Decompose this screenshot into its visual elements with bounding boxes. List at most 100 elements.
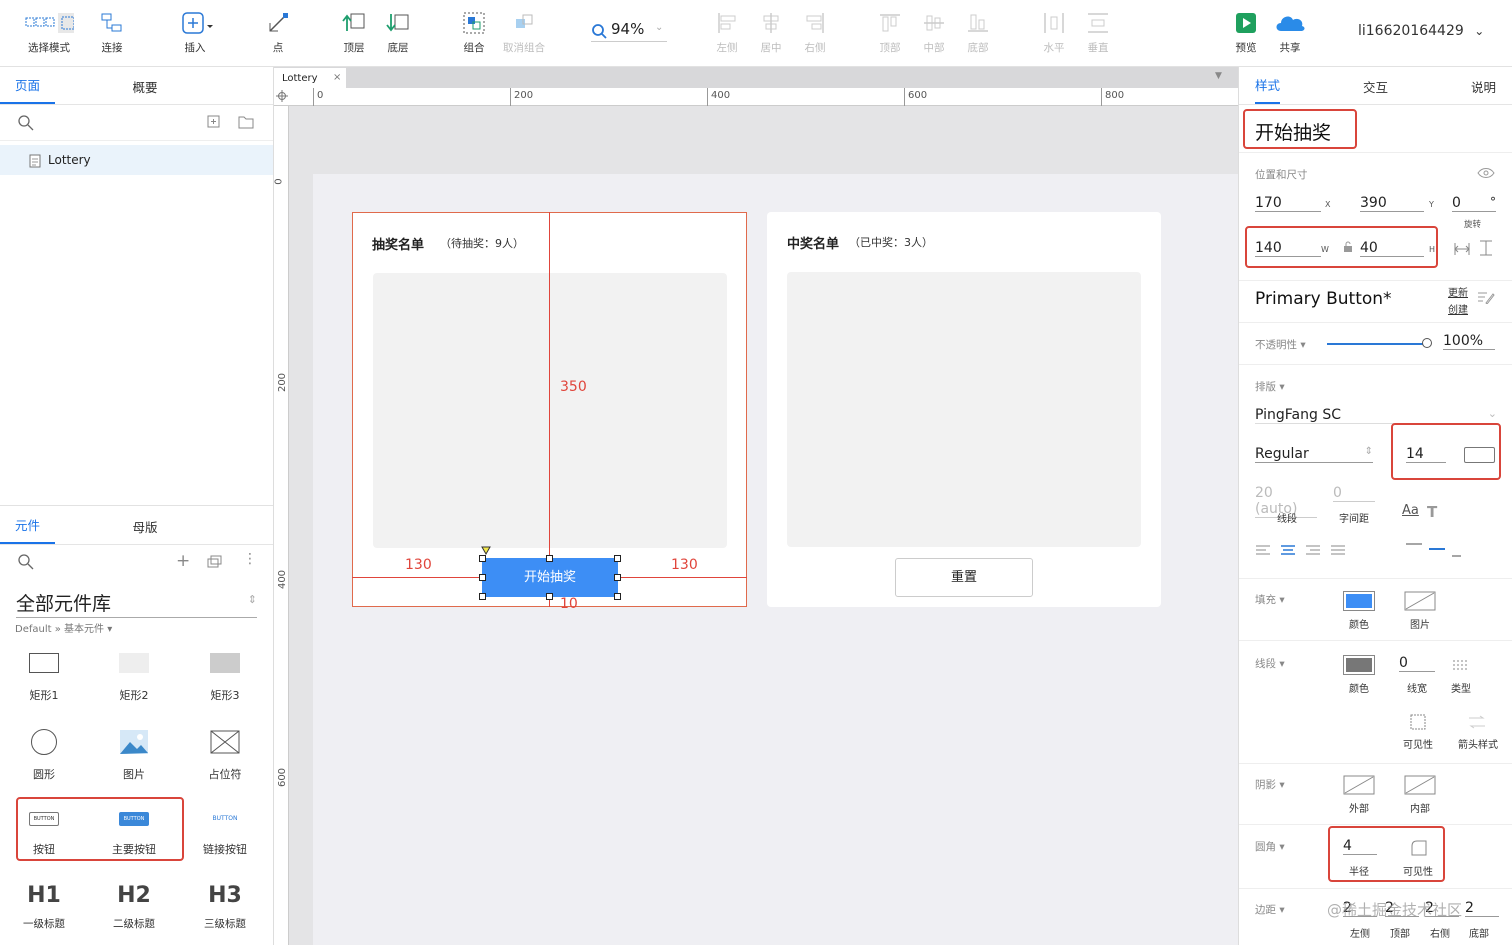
style-name[interactable]: Primary Button* [1255,289,1392,309]
select-mode-button[interactable]: 选择模式 [21,8,77,55]
opacity-input[interactable]: 100% [1443,333,1495,350]
ungroup-button[interactable]: 取消组合 [496,8,552,55]
tab-outline[interactable]: 概要 [55,77,235,104]
opacity-slider[interactable] [1327,343,1427,345]
resize-handle[interactable] [479,555,486,562]
padding-bottom-input[interactable]: 2 [1465,900,1499,917]
align-top-icon [880,14,900,32]
watermark: @稀土掘金技术社区 [1327,901,1463,919]
tabs-dropdown-icon[interactable]: ▼ [1215,71,1222,81]
widget-link-button[interactable]: BUTTON 链接按钮 [190,812,260,857]
outer-shadow-icon[interactable] [1343,775,1375,795]
tab-interaction[interactable]: 交互 [1363,77,1388,104]
stroke-type-icon[interactable] [1452,659,1470,671]
edit-style-icon[interactable] [1477,290,1495,304]
opacity-slider-handle[interactable] [1422,338,1432,348]
resize-handle[interactable] [546,555,553,562]
tab-masters[interactable]: 母版 [55,517,235,544]
point-button[interactable]: 点 [250,8,306,55]
resize-handle[interactable] [614,555,621,562]
fill-image-icon[interactable] [1404,591,1436,611]
eye-icon[interactable] [1477,167,1495,179]
corner-radius-handle-icon[interactable] [481,546,491,555]
tab-lottery[interactable]: Lottery × [274,68,346,89]
rotation-input[interactable]: 0 ° [1452,195,1496,212]
distribute-v-icon [1088,13,1108,33]
tab-style[interactable]: 样式 [1255,75,1281,104]
y-input[interactable]: 390 [1360,195,1424,212]
send-back-button[interactable]: 底层 [370,8,426,55]
widget-placeholder[interactable]: 占位符 [190,729,260,782]
add-folder-icon[interactable] [238,115,254,129]
stroke-width-input[interactable]: 0 [1399,655,1435,672]
text-style-icon[interactable]: T [1427,503,1437,521]
start-draw-button[interactable]: 开始抽奖 [482,558,618,597]
create-style-link[interactable]: 创建 [1448,301,1468,316]
more-icon[interactable]: ⋮ [243,551,257,567]
card2-subtitle: （已中奖：3人） [849,236,933,249]
zoom-dropdown[interactable]: 94% ⌄ [591,20,667,42]
card-winner-list[interactable]: 中奖名单 （已中奖：3人） 重置 [767,212,1161,607]
letter-spacing-input[interactable]: 0 [1333,485,1375,502]
measure-line-right [618,577,747,578]
resize-handle[interactable] [614,593,621,600]
connect-button[interactable]: 连接 [84,8,140,55]
widget-h2[interactable]: H2 二级标题 [99,883,169,931]
distribute-v-button[interactable]: 垂直 [1070,8,1126,55]
ruler-tick-label: 400 [711,90,731,101]
add-page-icon[interactable] [207,115,221,129]
text-align-icons[interactable] [1255,545,1355,557]
reset-button[interactable]: 重置 [895,558,1033,597]
widget-rect1[interactable]: 矩形1 [9,653,79,703]
canvas-tabbar [274,67,1238,88]
vertical-align-icons[interactable] [1405,543,1461,559]
crosshair-icon[interactable] [276,90,288,102]
page-item-lottery[interactable]: Lottery [0,145,273,175]
stroke-visibility-icon[interactable] [1410,714,1426,730]
library-manage-icon[interactable] [207,555,223,569]
user-menu[interactable]: li16620164429 ⌄ [1358,23,1484,39]
align-bottom-button[interactable]: 底部 [950,8,1006,55]
align-right-button[interactable]: 右侧 [787,8,843,55]
tab-pages[interactable]: 页面 [0,75,55,104]
resize-handle[interactable] [614,574,621,581]
align-center-icon [763,13,779,33]
fit-width-icon[interactable] [1454,242,1470,256]
add-library-icon[interactable]: + [176,551,190,571]
library-breadcrumb[interactable]: Default » 基本元件 ▾ [15,620,112,635]
card2-title: 中奖名单 [787,237,840,252]
widget-h1[interactable]: H1 一级标题 [9,883,79,931]
widget-image[interactable]: 图片 [99,729,169,782]
widget-rect3[interactable]: 矩形3 [190,653,260,703]
search-icon[interactable] [17,553,35,571]
close-icon[interactable]: × [333,72,341,83]
insert-button[interactable]: 插入 [167,8,223,55]
font-family-select[interactable]: PingFang SC ⌄ [1255,407,1497,424]
tab-widgets[interactable]: 元件 [0,515,55,544]
fill-color-swatch[interactable] [1343,591,1375,611]
stroke-color-swatch[interactable] [1343,655,1375,675]
resize-handle[interactable] [479,593,486,600]
x-input[interactable]: 170 [1255,195,1321,212]
tab-notes[interactable]: 说明 [1471,77,1496,104]
search-icon[interactable] [17,114,35,132]
resize-handle[interactable] [479,574,486,581]
arrow-style-icon[interactable] [1468,715,1486,729]
shadow-label: 阴影 [1255,779,1276,791]
text-case-icon[interactable]: Aa [1402,503,1419,518]
widget-circle[interactable]: 圆形 [9,729,79,782]
font-weight-select[interactable]: Regular ⇕ [1255,446,1373,463]
send-back-label: 底层 [387,42,409,54]
fit-height-icon[interactable] [1479,240,1493,256]
card1-title: 抽奖名单 [372,238,425,253]
widget-rect2[interactable]: 矩形2 [99,653,169,703]
group-button[interactable]: 组合 [446,8,502,55]
align-bottom-label: 底部 [967,42,989,54]
widget-h3[interactable]: H3 三级标题 [190,883,260,931]
update-style-link[interactable]: 更新 [1448,284,1468,299]
padding-left-label: 左侧 [1350,929,1370,940]
share-button[interactable]: 共享 [1262,8,1318,55]
library-select[interactable]: 全部元件库 ⇕ [16,589,257,618]
inner-shadow-icon[interactable] [1404,775,1436,795]
resize-handle[interactable] [546,593,553,600]
